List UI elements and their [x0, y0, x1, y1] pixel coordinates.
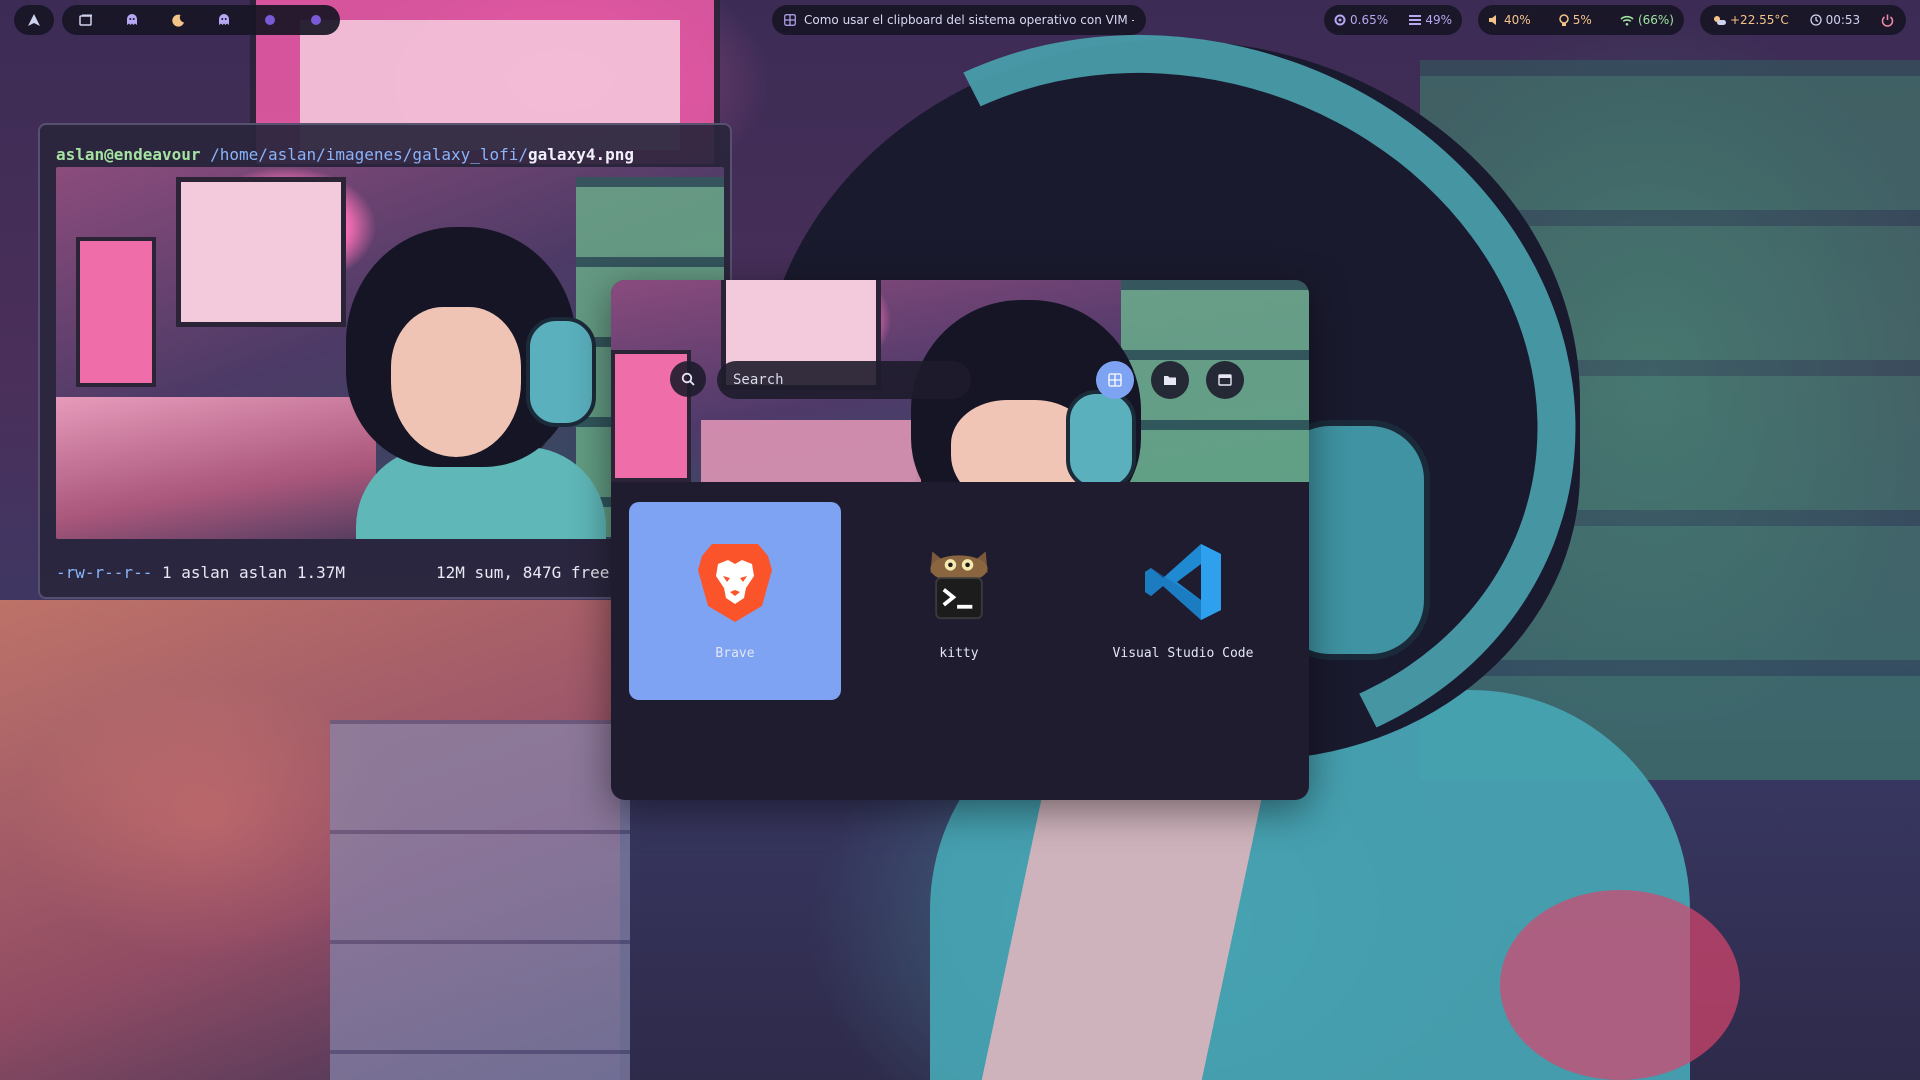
prompt-user-host: aslan@endeavour	[56, 145, 201, 164]
app-tile-kitty[interactable]: kitty	[853, 502, 1065, 700]
file-permissions: -rw-r--r--	[56, 563, 153, 582]
search-input[interactable]	[717, 361, 971, 399]
ghost-icon	[126, 14, 138, 26]
clock-value: 00:53	[1825, 13, 1861, 27]
workspace-5[interactable]	[304, 9, 328, 31]
weather-icon	[1712, 14, 1726, 26]
app-label-brave: Brave	[715, 646, 755, 661]
cpu-value: 0.65%	[1350, 13, 1389, 27]
wifi-value: (66%)	[1637, 13, 1674, 27]
workspace-3[interactable]	[212, 9, 236, 31]
moon-icon	[171, 14, 185, 27]
header-headphones	[1066, 390, 1136, 482]
app-tile-vscode[interactable]: Visual Studio Code	[1077, 502, 1289, 700]
preview-monitor	[176, 177, 346, 327]
window-stack-icon	[79, 14, 93, 26]
clock-area: +22.55°C 00:53	[1700, 5, 1906, 35]
window-title-text: Como usar el clipboard del sistema opera…	[804, 13, 1134, 27]
workspace-1[interactable]	[120, 9, 144, 31]
wifi-status[interactable]: (66%)	[1620, 13, 1674, 27]
preview-face	[391, 307, 521, 457]
brightness-control[interactable]: 5%	[1559, 13, 1592, 27]
search-button[interactable]	[670, 361, 706, 397]
brave-lion-icon	[695, 542, 775, 622]
clock[interactable]: 00:53	[1809, 13, 1861, 27]
arch-logo-icon	[27, 13, 41, 27]
wallpaper-chair	[1500, 890, 1740, 1080]
system-stats: 0.65% 49%	[1324, 5, 1462, 35]
volume-control[interactable]: 40%	[1488, 13, 1531, 27]
app-grid: Brave kitty Visual Studio Code	[629, 502, 1291, 702]
workspace-2[interactable]	[166, 9, 190, 31]
windows-mode-button[interactable]	[1206, 361, 1244, 399]
apps-mode-button[interactable]	[1096, 361, 1134, 399]
app-menu-button[interactable]	[14, 5, 54, 35]
app-label-kitty: kitty	[939, 646, 979, 661]
search-icon	[681, 372, 695, 386]
terminal-prompt: aslan@endeavour /home/aslan/imagenes/gal…	[56, 145, 634, 164]
lightbulb-icon	[1559, 13, 1569, 27]
folder-icon	[1163, 374, 1177, 386]
files-mode-button[interactable]	[1151, 361, 1189, 399]
header-desk	[701, 420, 921, 482]
temperature-value: +22.55°C	[1730, 13, 1789, 27]
directory-summary: 12M sum, 847G free	[436, 563, 610, 582]
cpu-usage[interactable]: 0.65%	[1334, 13, 1388, 27]
window-grid-icon	[784, 14, 796, 26]
window-icon	[1218, 374, 1232, 386]
prompt-filename: galaxy4.png	[528, 145, 634, 164]
device-status: 40% 5% (66%)	[1478, 5, 1684, 35]
vscode-icon	[1143, 542, 1223, 622]
app-label-vscode: Visual Studio Code	[1112, 646, 1254, 661]
memory-icon	[1409, 15, 1422, 25]
clock-icon	[1809, 14, 1822, 26]
app-tile-brave[interactable]: Brave	[629, 502, 841, 700]
brightness-value: 5%	[1572, 13, 1592, 27]
weather-temperature[interactable]: +22.55°C	[1712, 13, 1789, 27]
preview-headphones	[526, 317, 596, 427]
wallpaper-cabinet	[330, 720, 630, 1080]
workspaces	[62, 5, 340, 35]
workspace-4[interactable]	[258, 9, 282, 31]
file-owner-size: 1 aslan aslan 1.37M	[152, 563, 345, 582]
wifi-icon	[1620, 15, 1634, 26]
preview-desk	[56, 397, 376, 539]
workspace-overview-button[interactable]	[74, 9, 98, 31]
apps-grid-icon	[1108, 373, 1122, 387]
memory-usage[interactable]: 49%	[1409, 13, 1452, 27]
kitty-terminal-icon	[919, 542, 999, 622]
speaker-icon	[1488, 14, 1500, 26]
dot-icon	[264, 14, 276, 26]
active-window-title: Como usar el clipboard del sistema opera…	[772, 5, 1146, 35]
dot-icon	[310, 14, 322, 26]
file-details: -rw-r--r-- 1 aslan aslan 1.37M	[56, 563, 345, 582]
cpu-icon	[1334, 14, 1346, 26]
volume-value: 40%	[1504, 13, 1531, 27]
ghost-icon	[218, 14, 230, 26]
power-icon[interactable]	[1881, 14, 1894, 27]
app-launcher: Brave kitty	[611, 280, 1309, 800]
prompt-path: /home/aslan/imagenes/galaxy_lofi/	[210, 145, 529, 164]
memory-value: 49%	[1425, 13, 1452, 27]
preview-monitor-left	[76, 237, 156, 387]
